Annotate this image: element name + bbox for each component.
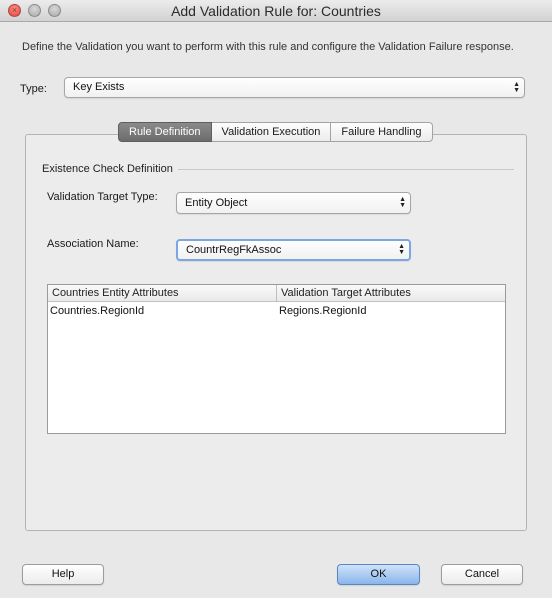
table-cell[interactable]: Countries.RegionId xyxy=(48,303,277,320)
table-header: Countries Entity Attributes Validation T… xyxy=(48,285,505,302)
association-name-select[interactable]: CountrRegFkAssoc ▲ ▼ xyxy=(176,239,411,261)
validation-target-type-select[interactable]: Entity Object ▲ ▼ xyxy=(176,192,411,214)
select-arrows-icon: ▲ ▼ xyxy=(398,243,405,256)
validation-target-type-value: Entity Object xyxy=(185,197,248,209)
select-arrows-icon: ▲ ▼ xyxy=(399,196,406,209)
association-name-label: Association Name: xyxy=(47,238,139,250)
type-label: Type: xyxy=(20,83,47,95)
association-name-value: CountrRegFkAssoc xyxy=(186,244,282,256)
attributes-table[interactable]: Countries Entity Attributes Validation T… xyxy=(47,284,506,434)
tab-validation-execution[interactable]: Validation Execution xyxy=(211,122,332,142)
column-header-target-attributes[interactable]: Validation Target Attributes xyxy=(277,285,505,302)
title-bar: × Add Validation Rule for: Countries xyxy=(0,0,552,22)
table-row[interactable]: Countries.RegionId Regions.RegionId xyxy=(48,303,505,320)
dialog-description: Define the Validation you want to perfor… xyxy=(22,41,514,53)
tab-failure-handling[interactable]: Failure Handling xyxy=(331,122,433,142)
type-select-value: Key Exists xyxy=(73,81,125,93)
cancel-button[interactable]: Cancel xyxy=(441,564,523,585)
tab-rule-definition[interactable]: Rule Definition xyxy=(118,122,212,142)
validation-target-type-label: Validation Target Type: xyxy=(47,191,158,203)
select-arrows-icon: ▲ ▼ xyxy=(513,80,520,94)
help-button[interactable]: Help xyxy=(22,564,104,585)
ok-button[interactable]: OK xyxy=(337,564,420,585)
type-select[interactable]: Key Exists ▲ ▼ xyxy=(64,77,525,98)
section-title: Existence Check Definition xyxy=(42,163,173,175)
table-cell[interactable]: Regions.RegionId xyxy=(277,303,505,320)
column-header-entity-attributes[interactable]: Countries Entity Attributes xyxy=(48,285,277,302)
window-title: Add Validation Rule for: Countries xyxy=(171,3,381,19)
tab-bar: Rule Definition Validation Execution Fai… xyxy=(118,122,433,142)
section-divider xyxy=(178,169,514,170)
